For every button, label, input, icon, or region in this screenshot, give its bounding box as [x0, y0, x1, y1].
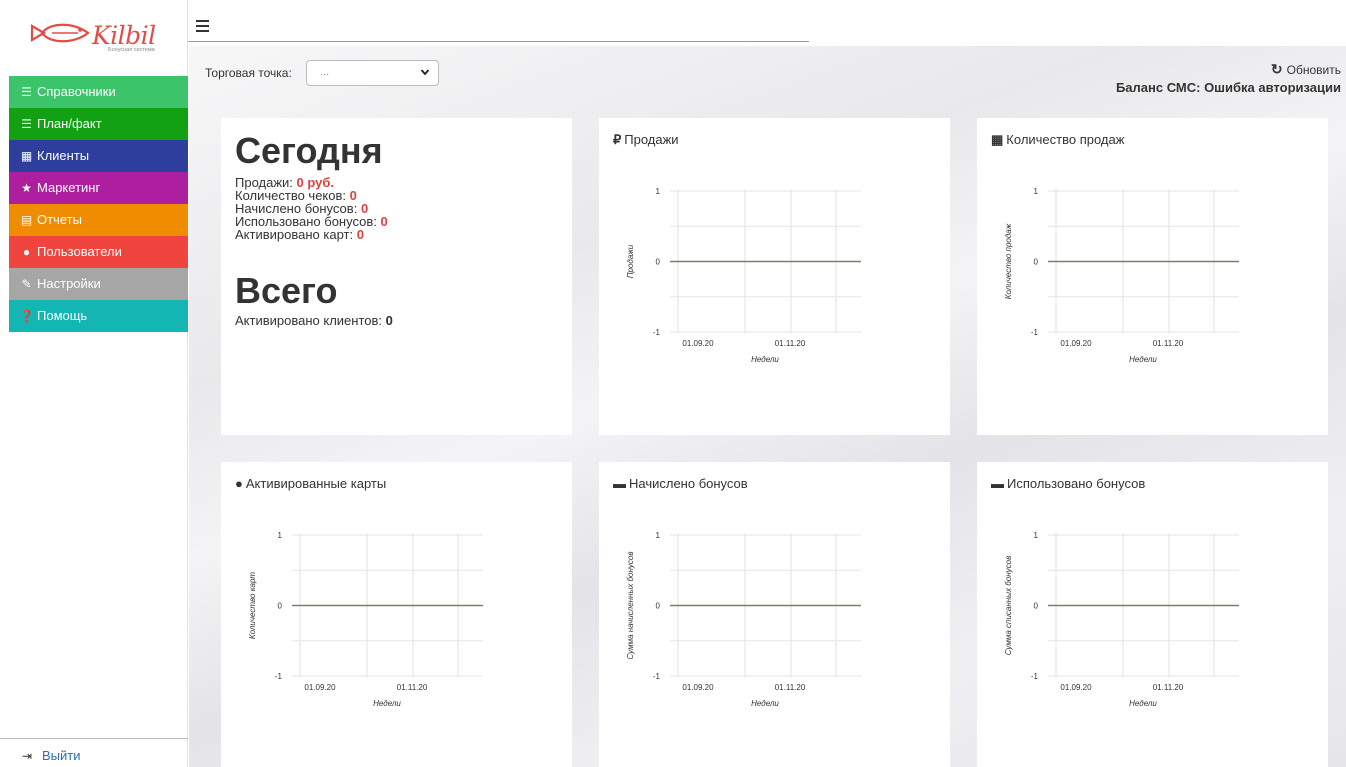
y-tick-label: 0	[1034, 602, 1039, 611]
x-axis-title: Недели	[373, 699, 401, 708]
x-tick-label: 01.09.20	[1060, 683, 1092, 692]
sidebar-item-plan-fact[interactable]: ☰ План/факт	[9, 108, 188, 140]
total-clients: Активировано клиентов: 0	[235, 314, 393, 327]
x-axis-title: Недели	[751, 699, 779, 708]
logout-link[interactable]: ⇥ Выйти	[0, 738, 188, 763]
y-tick-label: -1	[653, 328, 661, 337]
x-axis-title: Недели	[1129, 699, 1157, 708]
sidebar-item-clients[interactable]: ▦ Клиенты	[9, 140, 188, 172]
today-card: Сегодня Продажи: 0 руб. Количество чеков…	[221, 118, 572, 435]
x-axis-title: Недели	[1129, 355, 1157, 364]
sidebar-item-users[interactable]: ● Пользователи	[9, 236, 188, 268]
logout-icon: ⇥	[22, 749, 33, 763]
stat-label: Активировано клиентов:	[235, 313, 383, 328]
y-tick-label: 0	[656, 258, 661, 267]
sidebar-item-label: Помощь	[37, 308, 88, 323]
refresh-icon: ↻	[1270, 61, 1283, 77]
sidebar-item-reports[interactable]: ▤ Отчеты	[9, 204, 188, 236]
x-tick-label: 01.11.20	[775, 339, 806, 348]
y-tick-label: -1	[1031, 672, 1039, 681]
question-icon: ❓	[19, 309, 34, 323]
x-tick-label: 01.09.20	[304, 683, 336, 692]
y-axis-title: Продажи	[626, 244, 635, 278]
sidebar-item-label: Клиенты	[37, 148, 90, 163]
chart-svg: 1 0 -1 01.09.20 01.11.20 Недели Сумма списанны…	[1004, 531, 1239, 708]
sales-count-chart-card: ▦ Количество продаж 1 0 -1 01.09.20 01.11.20 Н…	[977, 118, 1328, 435]
report-icon: ▤	[20, 213, 33, 227]
y-tick-label: 1	[656, 531, 661, 540]
store-select[interactable]: ...	[306, 60, 439, 86]
y-tick-label: 0	[656, 602, 661, 611]
sidebar-item-label: Отчеты	[37, 212, 82, 227]
chart-svg: 1 0 -1 01.09.20 01.11.20 Недели Количество кар…	[248, 531, 483, 708]
y-tick-label: 0	[278, 602, 283, 611]
refresh-label: Обновить	[1286, 63, 1341, 77]
main-content: Торговая точка: ... ↻ Обновить Баланс СМС…	[189, 46, 1346, 767]
hamburger-menu-icon[interactable]	[196, 20, 209, 33]
chevron-down-icon	[420, 69, 430, 76]
x-tick-label: 01.09.20	[682, 339, 714, 348]
chart-svg: 1 0 -1 01.09.20 01.11.20 Недели Сумма начислен…	[626, 531, 861, 708]
y-tick-label: 1	[1034, 531, 1039, 540]
logo-text: Kilbil	[92, 21, 156, 50]
chart-svg: 1 0 -1 01.09.20 01.11.20 Недели Количество про…	[1004, 187, 1239, 364]
sidebar: Kilbil Бонусная система ☰ Справочники ☰ Пл…	[0, 0, 188, 767]
y-tick-label: -1	[275, 672, 283, 681]
x-tick-label: 01.09.20	[1060, 339, 1092, 348]
sidebar-item-settings[interactable]: ✎ Настройки	[9, 268, 188, 300]
grid-icon: ▦	[20, 149, 33, 163]
sms-balance: Баланс СМС: Ошибка авторизации	[1115, 80, 1341, 95]
y-tick-label: 1	[1034, 187, 1039, 196]
y-tick-label: -1	[1031, 328, 1039, 337]
refresh-button[interactable]: ↻ Обновить	[1271, 61, 1341, 78]
sidebar-menu: ☰ Справочники ☰ План/факт ▦ Клиенты ★ Маркет…	[9, 76, 188, 332]
total-title: Всего	[235, 270, 338, 311]
sidebar-item-label: Маркетинг	[37, 180, 101, 195]
today-title: Сегодня	[235, 130, 383, 171]
y-axis-title: Количество продаж	[1004, 223, 1013, 299]
x-tick-label: 01.11.20	[775, 683, 806, 692]
sidebar-item-help[interactable]: ❓ Помощь	[9, 300, 188, 332]
bonus-used-chart-card: ▬ Использовано бонусов 1 0 -1 01.09.20 01.11.…	[977, 462, 1328, 767]
list-icon: ☰	[21, 85, 32, 99]
sidebar-item-marketing[interactable]: ★ Маркетинг	[9, 172, 188, 204]
wrench-icon: ✎	[21, 277, 32, 291]
sales-chart-card: ₽ Продажи 1 0 -1 01.09.20 01.11.20 Недели Прода…	[599, 118, 950, 435]
store-label: Торговая точка:	[205, 66, 292, 80]
logo[interactable]: Kilbil Бонусная система	[30, 18, 160, 58]
user-icon: ●	[22, 245, 31, 259]
stat-label: Активировано карт:	[235, 227, 354, 242]
chart-svg: 1 0 -1 01.09.20 01.11.20 Недели Продажи	[626, 187, 861, 364]
bonus-added-chart-card: ▬ Начислено бонусов 1 0 -1 01.09.20 01.11.20 Н…	[599, 462, 950, 767]
y-axis-title: Сумма начисленных бонусов	[626, 551, 635, 659]
activated-cards-chart-card: ● Активированные карты 1 0 -1 01.09.20 01.11.…	[221, 462, 572, 767]
y-tick-label: 1	[656, 187, 661, 196]
y-tick-label: 1	[278, 531, 283, 540]
x-tick-label: 01.09.20	[682, 683, 714, 692]
sidebar-item-label: Справочники	[37, 84, 116, 99]
list-icon: ☰	[21, 117, 32, 131]
star-icon: ★	[21, 181, 32, 195]
stat-value: 0	[380, 214, 388, 229]
y-tick-label: 0	[1034, 258, 1039, 267]
sidebar-item-directories[interactable]: ☰ Справочники	[9, 76, 188, 108]
stat-value: 0	[356, 227, 364, 242]
today-cards: Активировано карт: 0	[235, 228, 364, 241]
logo-subtitle: Бонусная система	[108, 47, 155, 53]
stat-value: 0	[385, 313, 393, 328]
y-axis-title: Сумма списанных бонусов	[1004, 556, 1013, 656]
store-select-value: ...	[320, 66, 330, 78]
x-axis-title: Недели	[751, 355, 779, 364]
x-tick-label: 01.11.20	[1153, 683, 1184, 692]
x-tick-label: 01.11.20	[397, 683, 428, 692]
sidebar-item-label: План/факт	[37, 116, 102, 131]
y-axis-title: Количество карт	[248, 572, 257, 639]
header-divider	[188, 41, 809, 42]
y-tick-label: -1	[653, 672, 661, 681]
x-tick-label: 01.11.20	[1153, 339, 1184, 348]
logout-label: Выйти	[42, 748, 81, 763]
fish-logo-icon	[30, 23, 90, 43]
sidebar-item-label: Настройки	[37, 276, 101, 291]
sidebar-item-label: Пользователи	[37, 244, 122, 259]
